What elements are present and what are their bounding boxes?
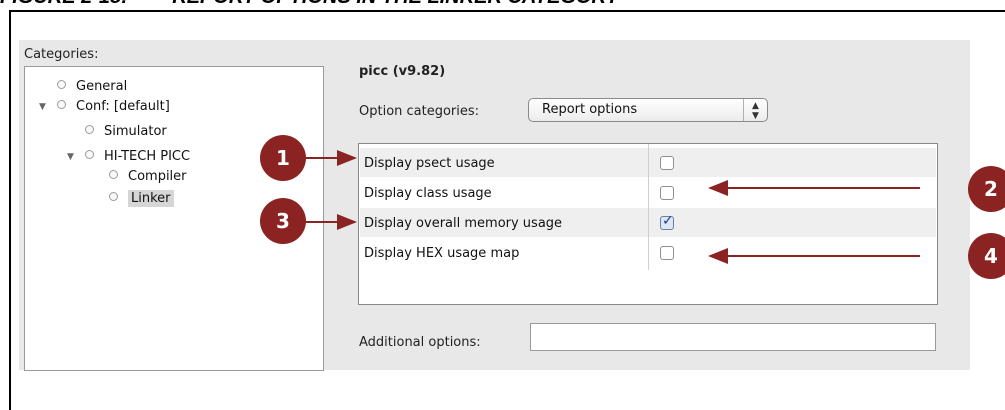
callout-3: 3 — [260, 198, 306, 244]
callout-1: 1 — [260, 135, 306, 181]
callout-arrows — [304, 150, 920, 264]
